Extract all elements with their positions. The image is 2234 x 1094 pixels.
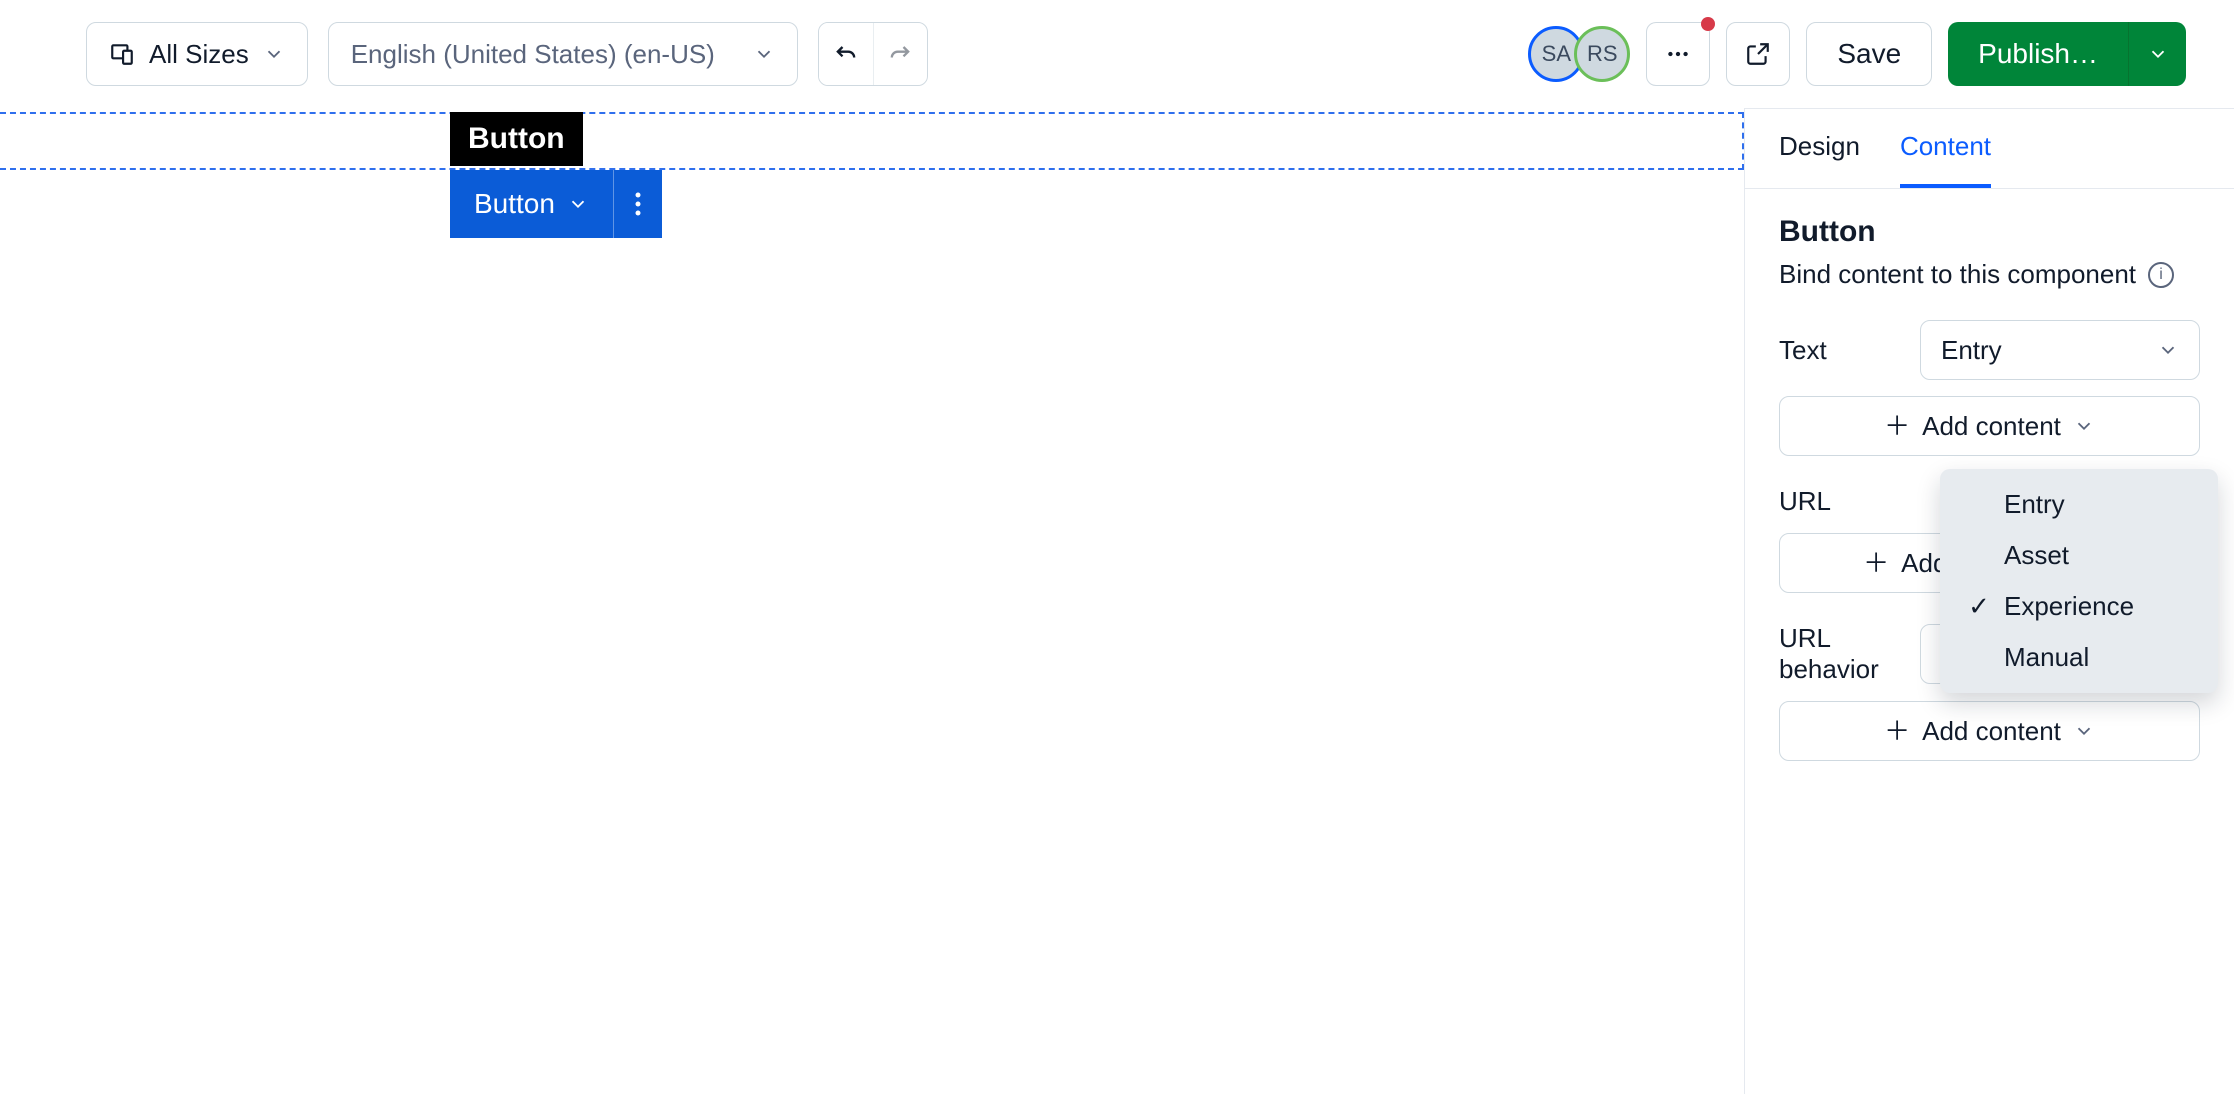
field-url-behavior-add-label: Add content	[1922, 716, 2061, 747]
check-icon: ✓	[1968, 591, 1990, 622]
device-icon	[109, 41, 135, 67]
chevron-down-icon	[753, 43, 775, 65]
field-text-add-label: Add content	[1922, 411, 2061, 442]
size-selector-label: All Sizes	[149, 39, 249, 70]
menu-item-asset[interactable]: Asset	[1940, 530, 2218, 581]
block-toolbar-name[interactable]: Button	[450, 170, 613, 238]
menu-item-label: Asset	[2004, 540, 2069, 571]
field-url-behavior-label: URL behavior	[1779, 623, 1900, 685]
ellipsis-vertical-icon	[634, 191, 642, 217]
undo-icon	[832, 40, 860, 68]
field-text-label: Text	[1779, 335, 1827, 366]
menu-item-entry[interactable]: Entry	[1940, 479, 2218, 530]
menu-item-label: Entry	[2004, 489, 2065, 520]
drop-zone[interactable]	[0, 112, 1744, 170]
side-panel: Design Content Button Bind content to th…	[1744, 108, 2234, 1094]
publish-button[interactable]: Publish…	[1948, 22, 2128, 86]
top-toolbar: All Sizes English (United States) (en-US…	[0, 0, 2234, 108]
field-text: Text Entry ＋ Add content	[1779, 320, 2200, 456]
panel-subtitle-text: Bind content to this component	[1779, 259, 2136, 290]
plus-icon: ＋	[1884, 413, 1910, 439]
toolbar-right: SA RS Save Publish…	[1528, 22, 2186, 86]
ellipsis-icon	[1665, 41, 1691, 67]
redo-button[interactable]	[873, 23, 927, 85]
tab-content[interactable]: Content	[1900, 131, 1991, 188]
external-link-icon	[1745, 41, 1771, 67]
undo-button[interactable]	[819, 23, 873, 85]
block-toolbar-label: Button	[474, 188, 555, 220]
menu-item-experience[interactable]: ✓ Experience	[1940, 581, 2218, 632]
save-button[interactable]: Save	[1806, 22, 1932, 86]
field-text-select-value: Entry	[1941, 335, 2002, 366]
plus-icon: ＋	[1884, 718, 1910, 744]
publish-dropdown-button[interactable]	[2128, 22, 2186, 86]
chevron-down-icon	[567, 193, 589, 215]
menu-item-manual[interactable]: Manual	[1940, 632, 2218, 683]
panel-subtitle: Bind content to this component i	[1779, 259, 2200, 290]
panel-title: Button	[1779, 215, 2200, 249]
toolbar-left: All Sizes English (United States) (en-US…	[86, 22, 928, 86]
content-source-menu: Entry Asset ✓ Experience Manual	[1940, 469, 2218, 693]
redo-icon	[886, 40, 914, 68]
tab-design[interactable]: Design	[1779, 131, 1860, 188]
side-panel-tabs: Design Content	[1745, 109, 2234, 189]
presence-avatars: SA RS	[1528, 26, 1630, 82]
locale-selector[interactable]: English (United States) (en-US)	[328, 22, 798, 86]
chevron-down-icon	[2157, 339, 2179, 361]
menu-item-label: Manual	[2004, 642, 2089, 673]
editor-canvas[interactable]: Button Button	[0, 108, 1744, 1094]
undo-redo-group	[818, 22, 928, 86]
main-layout: Button Button Design Content Button Bind…	[0, 108, 2234, 1094]
publish-split-button: Publish…	[1948, 22, 2186, 86]
block-label: Button	[450, 112, 583, 166]
avatar-initials: SA	[1542, 41, 1571, 67]
info-icon[interactable]: i	[2148, 262, 2174, 288]
size-selector[interactable]: All Sizes	[86, 22, 308, 86]
block-toolbar-more[interactable]	[613, 170, 662, 238]
block-toolbar: Button	[450, 170, 662, 238]
field-url-behavior-add-button[interactable]: ＋ Add content	[1779, 701, 2200, 761]
menu-item-label: Experience	[2004, 591, 2134, 622]
avatar-initials: RS	[1587, 41, 1618, 67]
more-button[interactable]	[1646, 22, 1710, 86]
field-url-label: URL	[1779, 486, 1831, 517]
panel-heading-group: Button Bind content to this component i	[1779, 215, 2200, 290]
chevron-down-icon	[2147, 43, 2169, 65]
chevron-down-icon	[263, 43, 285, 65]
avatar[interactable]: RS	[1574, 26, 1630, 82]
chevron-down-icon	[2073, 720, 2095, 742]
locale-selector-label: English (United States) (en-US)	[351, 39, 715, 70]
field-text-add-button[interactable]: ＋ Add content	[1779, 396, 2200, 456]
field-text-select[interactable]: Entry	[1920, 320, 2200, 380]
plus-icon: ＋	[1863, 550, 1889, 576]
chevron-down-icon	[2073, 415, 2095, 437]
notification-dot	[1701, 17, 1715, 31]
open-external-button[interactable]	[1726, 22, 1790, 86]
